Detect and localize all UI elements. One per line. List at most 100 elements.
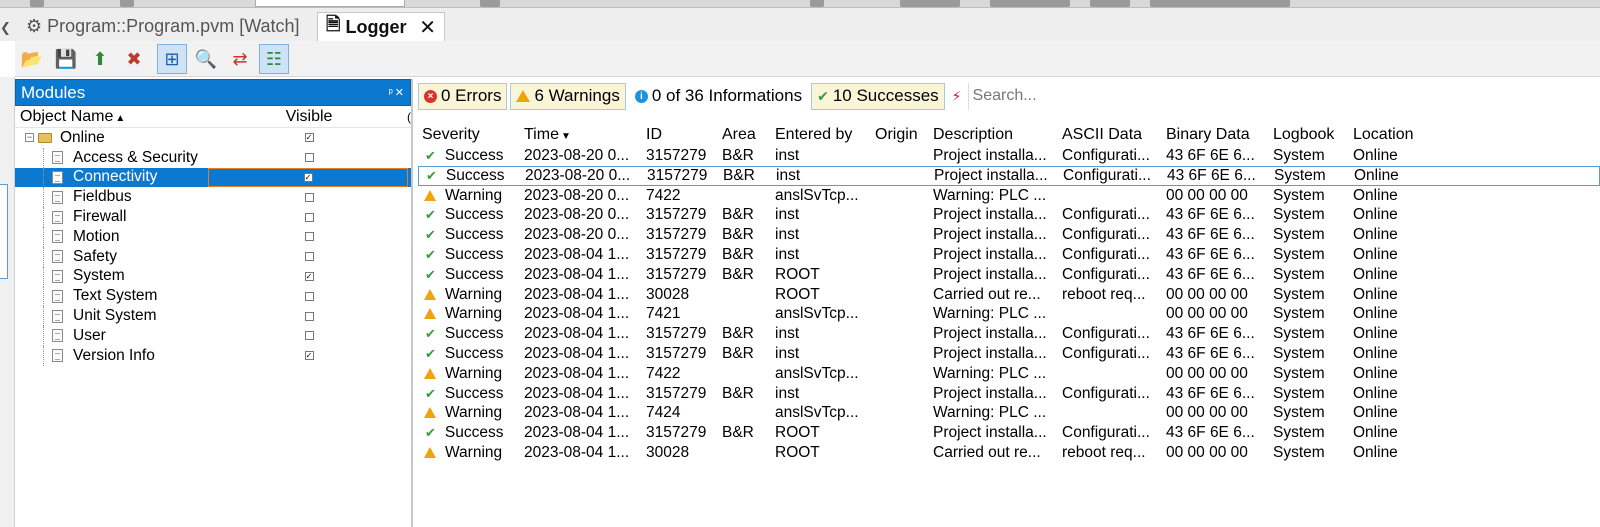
visible-checkbox[interactable] <box>304 331 314 341</box>
table-row[interactable]: ✔ Success 2023-08-04 1... 3157279 B&R ROOT Pro… <box>418 265 1600 285</box>
open-button[interactable]: 📂 <box>17 44 47 74</box>
table-row[interactable]: Warning 2023-08-04 1... 7424 anslSvTcp... Wa… <box>418 404 1600 424</box>
close-icon[interactable]: ✕ <box>419 15 436 40</box>
tree-node-safety[interactable]: Safety <box>15 246 411 267</box>
success-check-icon: ✔ <box>425 207 436 223</box>
collapse-icon[interactable]: − <box>25 133 34 143</box>
table-row[interactable]: Warning 2023-08-20 0... 7422 anslSvTcp... Wa… <box>418 186 1600 206</box>
search-input[interactable] <box>967 82 1600 110</box>
visible-checkbox[interactable] <box>304 232 314 242</box>
table-row[interactable]: ✔ Success 2023-08-20 0... 3157279 B&R inst Pro… <box>418 146 1600 166</box>
tab-logger[interactable]: 🗎 Logger ✕ <box>317 12 445 41</box>
tree-node-access-security[interactable]: Access & Security <box>15 147 411 168</box>
column-description[interactable]: Description <box>929 126 1058 144</box>
toolbar-button-fragment[interactable] <box>990 0 1070 7</box>
export-button[interactable]: ⬆ <box>85 44 115 74</box>
table-row[interactable]: Warning 2023-08-04 1... 7421 anslSvTcp... Wa… <box>418 305 1600 325</box>
success-check-icon: ✔ <box>425 346 436 362</box>
tree-node-connectivity[interactable]: Connectivity ✓ <box>15 167 411 188</box>
tree-node-label: Text System <box>73 287 158 305</box>
table-row[interactable]: ✔ Success 2023-08-04 1... 3157279 B&R inst Pro… <box>418 384 1600 404</box>
tree-node-version-info[interactable]: Version Info ✓ <box>15 345 411 366</box>
table-row[interactable]: ✔ Success 2023-08-04 1... 3157279 B&R inst Pro… <box>418 344 1600 364</box>
toolbar-button-fragment[interactable] <box>1150 0 1290 7</box>
toolbar-combo-fragment[interactable] <box>255 0 405 7</box>
table-row[interactable]: Warning 2023-08-04 1... 7422 anslSvTcp... Wa… <box>418 364 1600 384</box>
toolbar-button-fragment[interactable] <box>810 0 824 7</box>
module-document-icon <box>52 190 63 204</box>
table-row[interactable]: Warning 2023-08-04 1... 30028 ROOT Carried o… <box>418 285 1600 305</box>
visible-checkbox[interactable]: ✓ <box>303 172 313 182</box>
tree-node-text-system[interactable]: Text System <box>15 286 411 307</box>
table-row[interactable]: ✔ Success 2023-08-20 0... 3157279 B&R inst Pro… <box>418 206 1600 226</box>
tree-node-online[interactable]: − Online ✓ <box>15 128 411 148</box>
dock-tab[interactable] <box>0 184 8 279</box>
tree-node-firewall[interactable]: Firewall <box>15 207 411 228</box>
column-severity[interactable]: Severity <box>418 126 520 144</box>
column-time[interactable]: Time ▼ <box>520 126 642 144</box>
toolbar-button-fragment[interactable] <box>120 0 134 7</box>
column-logbook[interactable]: Logbook <box>1269 126 1349 144</box>
table-row[interactable]: ✔ Success 2023-08-20 0... 3157279 B&R inst Pro… <box>418 225 1600 245</box>
tree-node-user[interactable]: User <box>15 325 411 346</box>
cell-location: Online <box>1353 345 1398 363</box>
filter-warnings-button[interactable]: 6 Warnings <box>510 82 626 110</box>
filter-errors-button[interactable]: × 0 Errors <box>418 82 508 110</box>
tree-node-system[interactable]: System ✓ <box>15 266 411 287</box>
column-origin[interactable]: Origin <box>871 126 929 144</box>
find-button[interactable]: 🔍 <box>191 44 221 74</box>
column-visible[interactable]: Visible <box>209 108 409 126</box>
warning-icon <box>424 288 436 300</box>
column-location[interactable]: Location <box>1349 126 1469 144</box>
tree-node-unit-system[interactable]: Unit System <box>15 306 411 327</box>
toolbar-button-fragment[interactable] <box>30 0 44 7</box>
chevron-left-icon[interactable]: ❮ <box>0 20 11 36</box>
save-button[interactable]: 💾 <box>51 44 81 74</box>
delete-button[interactable]: ✖ <box>119 44 149 74</box>
visible-checkbox[interactable] <box>304 153 314 163</box>
column-area[interactable]: Area <box>718 126 771 144</box>
column-entered-by[interactable]: Entered by <box>771 126 871 144</box>
cell-time: 2023-08-20 0... <box>524 146 630 164</box>
visible-checkbox[interactable]: ✓ <box>304 271 314 281</box>
table-row[interactable]: Warning 2023-08-04 1... 30028 ROOT Carried o… <box>418 443 1600 463</box>
column-object-name[interactable]: Object Name ▲ <box>15 108 209 126</box>
visible-checkbox[interactable]: ✓ <box>304 351 314 361</box>
table-row[interactable]: ✔ Success 2023-08-04 1... 3157279 B&R inst Pro… <box>418 324 1600 344</box>
toolbar-button-fragment[interactable] <box>480 0 500 7</box>
clear-search-icon[interactable]: ⚡ <box>952 88 962 105</box>
pin-icon[interactable]: ᵖ✕ <box>389 86 406 99</box>
tree-connector <box>43 325 44 346</box>
table-row[interactable]: ✔ Success 2023-08-04 1... 3157279 B&R ROOT Pro… <box>418 423 1600 443</box>
tree-expand-button[interactable]: ⊞ <box>157 44 187 74</box>
tree-node-label: Safety <box>73 247 117 265</box>
tree-node-label: Unit System <box>73 307 157 325</box>
cell-description: Warning: PLC ... <box>933 186 1047 204</box>
table-row[interactable]: ✔ Success 2023-08-04 1... 3157279 B&R inst Pro… <box>418 245 1600 265</box>
visible-checkbox[interactable] <box>304 311 314 321</box>
column-edge: ( <box>407 109 411 124</box>
merge-button[interactable]: ⇄ <box>225 44 255 74</box>
cell-location: Online <box>1353 246 1398 264</box>
column-ascii-data[interactable]: ASCII Data <box>1058 126 1162 144</box>
table-row[interactable]: ✔ Success 2023-08-20 0... 3157279 B&R inst Pro… <box>418 165 1600 186</box>
tab-program-watch[interactable]: ⚙ Program::Program.pvm [Watch] <box>18 12 315 41</box>
tree-view-button[interactable]: ☷ <box>259 44 289 74</box>
visible-checkbox[interactable] <box>304 291 314 301</box>
column-binary-data[interactable]: Binary Data <box>1162 126 1269 144</box>
filter-informations-button[interactable]: i 0 of 36 Informations <box>629 83 808 110</box>
tree-connector <box>43 226 44 247</box>
visible-checkbox[interactable] <box>304 192 314 202</box>
filter-successes-button[interactable]: ✔ 10 Successes <box>811 82 945 110</box>
cell-id: 3157279 <box>646 246 707 264</box>
tree-node-fieldbus[interactable]: Fieldbus <box>15 187 411 208</box>
toolbar-button-fragment[interactable] <box>1090 0 1130 7</box>
column-id[interactable]: ID <box>642 126 718 144</box>
cell-area: B&R <box>722 226 754 244</box>
tree-node-label: Access & Security <box>73 148 198 166</box>
visible-checkbox[interactable]: ✓ <box>304 133 314 143</box>
visible-checkbox[interactable] <box>304 252 314 262</box>
toolbar-button-fragment[interactable] <box>900 0 960 7</box>
visible-checkbox[interactable] <box>304 212 314 222</box>
tree-node-motion[interactable]: Motion <box>15 226 411 247</box>
